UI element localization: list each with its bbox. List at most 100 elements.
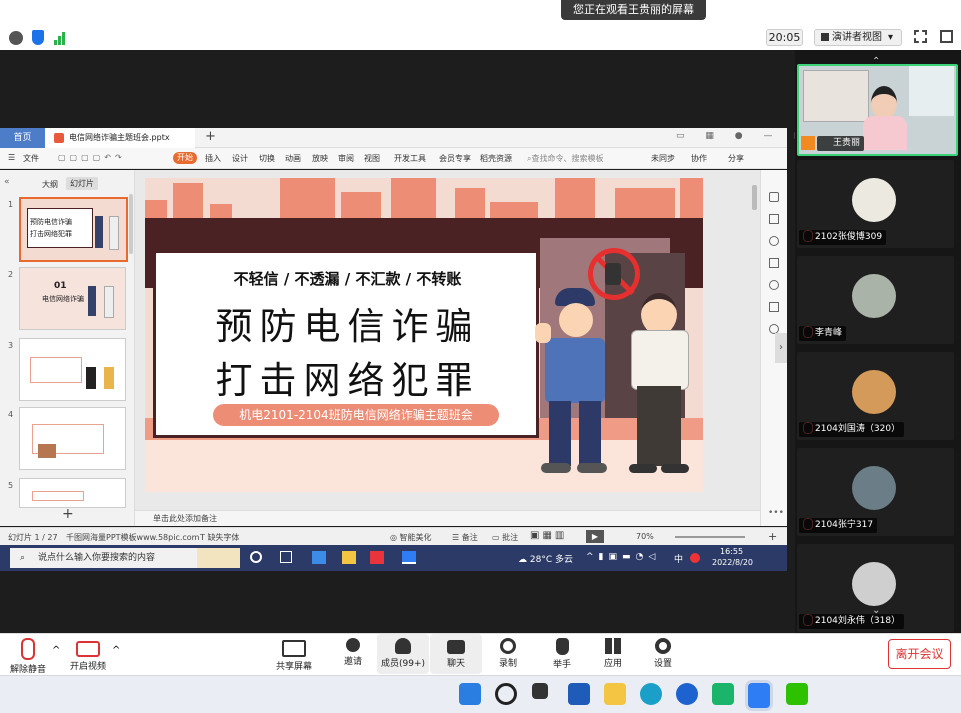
expand-panel-icon[interactable]: ›: [775, 333, 787, 363]
leave-meeting-button[interactable]: 离开会议: [888, 639, 951, 669]
zoom-in-icon[interactable]: +: [768, 530, 777, 543]
view-mode-icons[interactable]: ▣▦▥: [530, 530, 567, 541]
tab-outline[interactable]: 大纲: [42, 179, 58, 190]
participant-name: 2102张俊博309: [799, 230, 887, 245]
add-slide-button[interactable]: +: [62, 506, 74, 522]
settings-button[interactable]: 设置: [637, 634, 689, 674]
new-tab-button[interactable]: +: [205, 129, 216, 144]
menu-review[interactable]: 审阅: [338, 153, 354, 164]
tray-icons[interactable]: ^▮▣▬◔◁: [586, 552, 660, 562]
security-shield-icon[interactable]: [32, 30, 44, 45]
task-view-icon[interactable]: [250, 551, 262, 563]
wps-icon[interactable]: [370, 551, 384, 564]
menu-file[interactable]: 文件: [23, 153, 39, 164]
tool-icon[interactable]: [769, 236, 779, 246]
menu-transition[interactable]: 切换: [259, 153, 275, 164]
signal-icon[interactable]: [53, 31, 67, 45]
info-icon[interactable]: [9, 31, 23, 45]
tencent-meeting-icon[interactable]: [748, 683, 770, 708]
participant-tile[interactable]: 李青峰: [797, 256, 954, 344]
members-button[interactable]: 成员(99+): [377, 634, 429, 674]
current-slide[interactable]: 不轻信 / 不透漏 / 不汇款 / 不转账 预防电信诈骗 打击网络犯罪 机电21…: [145, 178, 703, 492]
tab-slides[interactable]: 幻灯片: [66, 177, 98, 190]
share-doc-button[interactable]: 分享: [728, 153, 744, 164]
scroll-down-icon[interactable]: ⌄: [872, 605, 880, 616]
video-options-chevron-icon[interactable]: ^: [112, 645, 120, 656]
apps-button[interactable]: 应用: [587, 634, 639, 674]
menu-start[interactable]: 开始: [173, 152, 197, 164]
lenovo-icon[interactable]: [676, 683, 698, 705]
slide-thumbnail-3[interactable]: [19, 338, 126, 401]
menu-slideshow[interactable]: 放映: [312, 153, 328, 164]
menu-icon[interactable]: ☰: [8, 153, 15, 162]
tool-icon[interactable]: [769, 214, 779, 224]
editor-scrollbar[interactable]: [752, 185, 757, 210]
invite-button[interactable]: 邀请: [327, 634, 379, 674]
file-explorer-icon[interactable]: [604, 683, 626, 705]
comments-toggle[interactable]: ▭ 批注: [492, 532, 518, 543]
exit-fullscreen-icon[interactable]: [940, 30, 953, 43]
search-command[interactable]: ⌕查找命令、搜索模板: [527, 153, 603, 164]
menu-view[interactable]: 视图: [364, 153, 380, 164]
view-mode-button[interactable]: 演讲者视图 ▾: [814, 29, 902, 46]
tool-icon[interactable]: [769, 192, 779, 202]
slide-thumbnail-4[interactable]: [19, 407, 126, 470]
store-icon[interactable]: [712, 683, 734, 705]
snap-layout-icon[interactable]: [568, 683, 590, 705]
windows-start-icon[interactable]: [459, 683, 481, 705]
tab-home[interactable]: 首页: [0, 128, 45, 148]
record-button[interactable]: 录制: [482, 634, 534, 674]
sync-status[interactable]: 未同步: [651, 153, 675, 164]
notes-toggle[interactable]: ☰ 备注: [452, 532, 478, 543]
tool-icon[interactable]: [769, 258, 779, 268]
zoom-slider[interactable]: [675, 536, 745, 538]
raise-hand-button[interactable]: 举手: [536, 634, 588, 674]
start-video-button[interactable]: 开启视频: [62, 634, 114, 674]
slide-thumbnail-1[interactable]: 预防电信诈骗 打击网络犯罪: [19, 197, 128, 262]
participant-tile[interactable]: 2104刘国涛（320）: [797, 352, 954, 440]
slide-thumbnail-5[interactable]: [19, 478, 126, 508]
wechat-icon[interactable]: [786, 683, 808, 705]
meeting-time: 20:05: [766, 29, 803, 46]
notes-bar[interactable]: 单击此处添加备注: [135, 510, 760, 526]
missing-font-button[interactable]: T 缺失字体: [200, 532, 239, 543]
unmute-label: 解除静音: [9, 665, 46, 675]
menu-insert[interactable]: 插入: [205, 153, 221, 164]
app-icon[interactable]: [280, 551, 292, 563]
participant-tile[interactable]: 2104张宁317: [797, 448, 954, 536]
more-icon[interactable]: •••: [768, 508, 784, 518]
menu-developer[interactable]: 开发工具: [394, 153, 426, 164]
tencent-meeting-icon[interactable]: [402, 551, 416, 564]
search-icon[interactable]: [495, 683, 517, 705]
participant-tile-active[interactable]: 王贵丽: [797, 64, 958, 156]
menu-animation[interactable]: 动画: [285, 153, 301, 164]
mic-options-chevron-icon[interactable]: ^: [52, 645, 60, 656]
zoom-level[interactable]: 70%: [636, 532, 654, 541]
tool-icon[interactable]: [769, 302, 779, 312]
share-screen-button[interactable]: 共享屏幕: [268, 634, 320, 674]
app-icon[interactable]: [312, 551, 326, 564]
weather-icon: ☁: [518, 555, 530, 565]
menu-member[interactable]: 会员专享: [439, 153, 471, 164]
participant-tile[interactable]: 2104刘永伟（318）: [797, 544, 954, 632]
slide-thumbnail-2[interactable]: 01 电信网络诈骗: [19, 267, 126, 330]
tool-icon[interactable]: [769, 280, 779, 290]
tab-document[interactable]: 电信网络诈骗主题班会.pptx: [45, 128, 195, 148]
fullscreen-icon[interactable]: [914, 30, 927, 43]
quick-access-icons[interactable]: ▢▢▢▢↶↷: [58, 153, 126, 162]
play-slideshow-icon[interactable]: ▶: [586, 530, 604, 543]
collapse-panel-icon[interactable]: «: [4, 177, 10, 187]
task-view-icon[interactable]: [532, 683, 548, 699]
ime-indicator[interactable]: 中: [674, 552, 683, 565]
unmute-button[interactable]: 解除静音: [2, 634, 54, 675]
menu-resources[interactable]: 稻壳资源: [480, 153, 512, 164]
smart-beautify-button[interactable]: ◎ 智能美化: [390, 532, 432, 543]
menu-design[interactable]: 设计: [232, 153, 248, 164]
participant-tile[interactable]: 2102张俊博309: [797, 160, 954, 248]
folder-icon[interactable]: [342, 551, 356, 564]
chat-button[interactable]: 聊天: [430, 634, 482, 674]
thumb-subtitle: 打击网络犯罪: [30, 230, 72, 238]
edge-browser-icon[interactable]: [640, 683, 662, 705]
panel-scrollbar[interactable]: [129, 194, 133, 254]
collab-button[interactable]: 协作: [691, 153, 707, 164]
